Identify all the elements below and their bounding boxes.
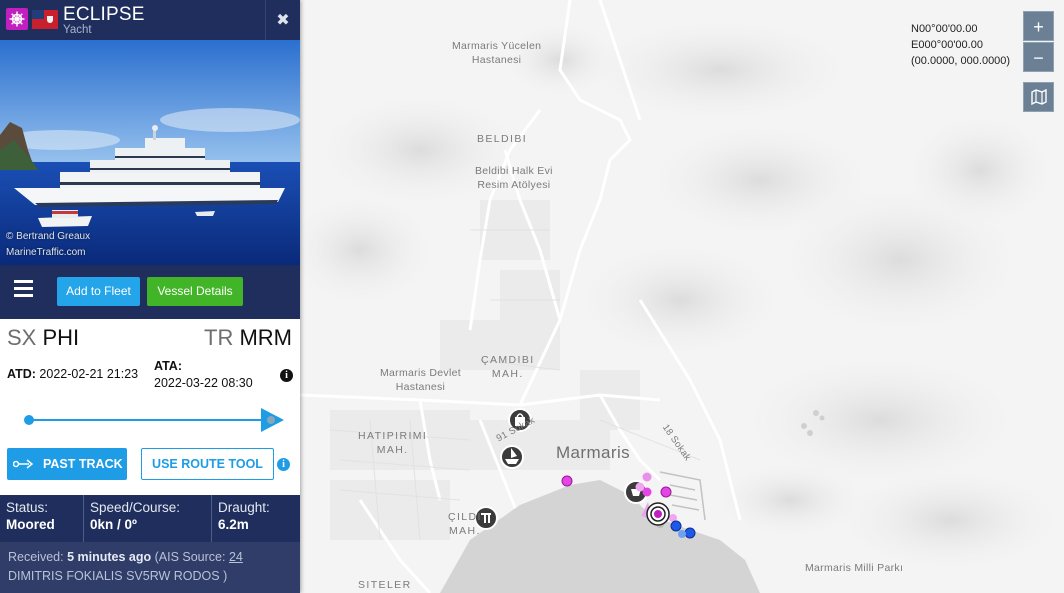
route-tool-button[interactable]: USE ROUTE TOOL — [141, 448, 274, 480]
map-label-hospital1: Marmaris Yücelen Hastanesi — [452, 40, 542, 66]
map-label-halk-evi: Beldibi Halk Evi Resim Atölyesi — [475, 165, 553, 191]
draught-stat: Draught: 6.2m — [218, 500, 270, 532]
zoom-control: + − — [1023, 11, 1054, 72]
track-icon — [13, 459, 33, 469]
map-icon — [1030, 88, 1047, 106]
ais-source-link[interactable]: 24 — [229, 550, 243, 564]
vessel-panel: ECLIPSE Yacht ✖ © Bertrand Greaux Marine… — [0, 0, 300, 593]
voyage-progress-bar — [24, 408, 284, 432]
speed-course-stat: Speed/Course: 0kn / 0º — [84, 495, 212, 542]
selected-vessel-marker[interactable] — [646, 502, 670, 526]
ata-label: ATA: — [154, 359, 182, 373]
ata-value: 2022-03-22 08:30 — [154, 376, 253, 390]
close-panel-button[interactable]: ✖ — [265, 0, 300, 40]
vessel-details-button[interactable]: Vessel Details — [147, 277, 243, 306]
map-layers-button[interactable] — [1023, 82, 1054, 112]
vessel-name: ECLIPSE — [63, 4, 145, 25]
coordinate-readout: N00°00'00.00 E000°00'00.00 (00.0000, 000… — [911, 23, 1011, 67]
hamburger-menu-icon[interactable] — [14, 280, 33, 297]
zoom-out-button[interactable]: − — [1023, 42, 1054, 72]
vessel-type: Yacht — [63, 24, 92, 36]
vessel-header: ECLIPSE Yacht ✖ — [0, 0, 300, 40]
atd-info: ATD: 2022-02-21 21:23 — [7, 367, 139, 381]
status-stat: Status: Moored — [0, 495, 84, 542]
departure-port[interactable]: SX PHI — [7, 325, 79, 351]
route-info-icon[interactable]: i — [277, 458, 290, 471]
arrival-port[interactable]: TR MRM — [204, 325, 292, 351]
map-label-cildir: ÇILDI MAH. — [448, 511, 482, 537]
past-track-button[interactable]: PAST TRACK — [7, 448, 127, 480]
add-to-fleet-button[interactable]: Add to Fleet — [57, 277, 140, 306]
map-label-siteler: SITELER — [358, 579, 412, 591]
vessel-stats: Status: Moored Speed/Course: 0kn / 0º Dr… — [0, 495, 300, 542]
action-bar: Add to Fleet Vessel Details — [0, 265, 300, 319]
zoom-in-button[interactable]: + — [1023, 11, 1054, 41]
ship-wheel-icon — [6, 8, 28, 30]
photo-credit-overlay: © Bertrand Greaux MarineTraffic.com — [6, 231, 91, 258]
map-label-devlet-hastanesi: Marmaris Devlet Hastanesi — [380, 367, 461, 393]
received-info: Received: 5 minutes ago (AIS Source: 24 … — [0, 542, 300, 593]
bermuda-flag-icon — [32, 10, 58, 29]
map-label-milli-park: Marmaris Milli Parkı — [805, 562, 904, 574]
info-icon[interactable]: i — [280, 369, 293, 382]
map-label-hatipirimi: HATIPIRIMI MAH. — [358, 430, 428, 456]
map-label-beldibi: BELDIBI — [477, 133, 528, 145]
boat-poi-icon[interactable] — [500, 445, 524, 469]
map-label-camdibi: ÇAMDIBI MAH. — [481, 354, 535, 380]
voyage-section: SX PHI TR MRM ATD: 2022-02-21 21:23 ATA:… — [0, 319, 300, 495]
map-label-marmaris: Marmaris — [556, 443, 631, 462]
